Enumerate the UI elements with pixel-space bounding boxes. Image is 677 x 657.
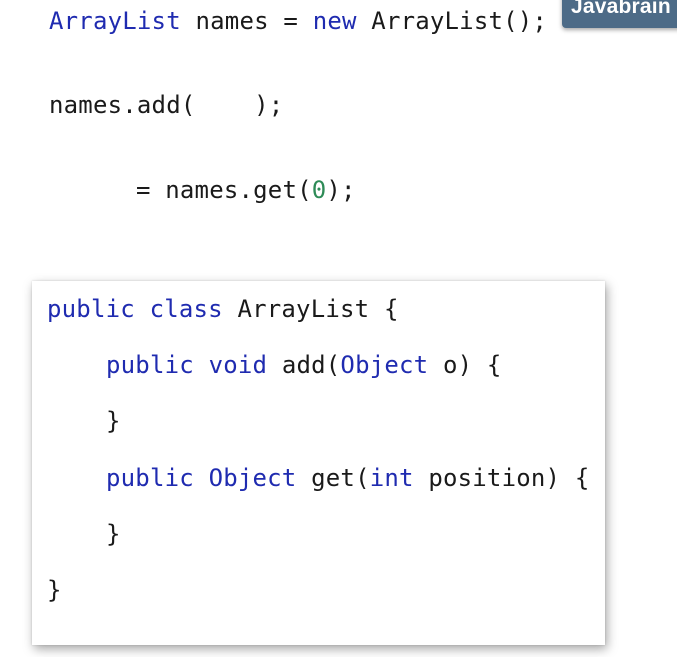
brand-badge-text: Javabrain [571, 0, 671, 18]
class-name-token: ArrayList { [222, 295, 399, 323]
usage-line-declaration: ArrayList names = new ArrayList(); [49, 6, 547, 36]
void-keyword: void [208, 351, 268, 379]
new-keyword: new [312, 7, 357, 35]
brand-badge: Javabrain [562, 0, 677, 28]
add-method-name: add( [267, 351, 341, 379]
brace-token: } [106, 520, 121, 548]
brace-token: } [47, 576, 62, 604]
add-method-params: o) { [428, 351, 502, 379]
usage-line-get: = names.get(0); [92, 175, 356, 205]
get-method-close-brace: } [106, 519, 121, 549]
constructor-token: ArrayList(); [356, 7, 548, 35]
class-declaration-line: public class ArrayList { [47, 294, 399, 324]
int-keyword: int [369, 464, 414, 492]
public-keyword: public [106, 464, 194, 492]
get-method-name: get( [296, 464, 370, 492]
get-method-params: position) { [413, 464, 590, 492]
usage-line-add: names.add( ); [49, 90, 283, 120]
brace-token: } [106, 407, 121, 435]
public-keyword: public [47, 295, 135, 323]
object-type-token: Object [208, 464, 297, 492]
class-close-brace: } [47, 575, 62, 605]
class-keyword: class [149, 295, 223, 323]
add-call-token: names.add( ); [49, 91, 284, 119]
get-call-suffix: ); [326, 176, 356, 204]
object-type-token: Object [340, 351, 429, 379]
assign-token: names = [180, 7, 313, 35]
get-method-line: public Object get(int position) { [106, 463, 589, 493]
public-keyword: public [106, 351, 194, 379]
get-call-prefix: = names.get( [92, 176, 312, 204]
type-token: ArrayList [49, 7, 181, 35]
class-definition-card: public class ArrayList { public void add… [32, 281, 605, 645]
add-method-line: public void add(Object o) { [106, 350, 502, 380]
add-method-close-brace: } [106, 406, 121, 436]
index-literal: 0 [311, 176, 327, 204]
